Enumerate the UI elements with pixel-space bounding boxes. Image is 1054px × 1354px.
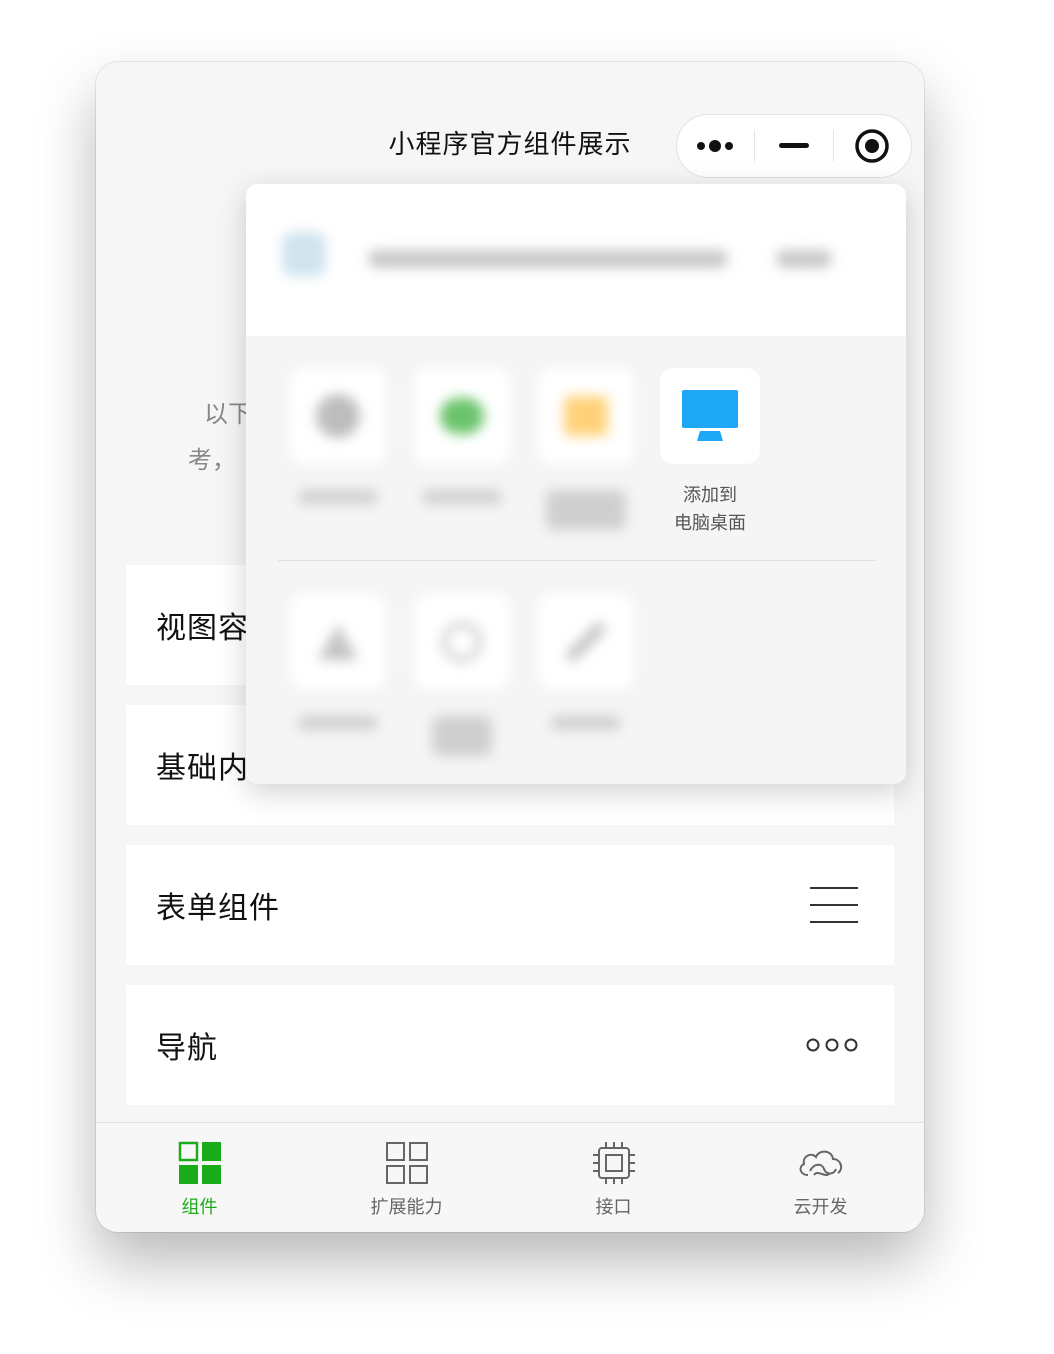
add-to-desktop-label: 添加到 电脑桌面 [674,485,746,534]
blurred-text [368,250,728,268]
blurred-text [551,716,621,730]
target-close-icon [855,129,890,163]
action-popup: 添加到 电脑桌面 [246,184,906,784]
add-to-desktop-button[interactable]: 添加到 电脑桌面 [648,368,772,538]
desktop-monitor-icon [682,390,738,441]
extension-grid-icon [385,1142,428,1184]
tab-bar: 组件 扩展能力 接口 云开发 [96,1122,924,1232]
blurred-text [422,490,502,504]
blurred-icon [290,368,386,464]
close-button[interactable] [834,115,911,177]
tab-api[interactable]: 接口 [510,1123,717,1232]
popup-row-1: 添加到 电脑桌面 [276,368,772,538]
blurred-icon [414,594,510,690]
minimize-button[interactable] [755,115,832,177]
card-form-components[interactable]: 表单组件 [126,845,894,965]
tab-components[interactable]: 组件 [96,1123,303,1232]
blurred-icon [538,368,634,464]
popup-item-blurred[interactable] [276,368,400,538]
more-button[interactable] [677,115,754,177]
popup-item-blurred[interactable] [524,368,648,538]
app-avatar-icon [282,232,326,276]
popup-divider [278,560,876,561]
blurred-text [546,490,626,530]
popup-item-blurred[interactable] [400,368,524,538]
chip-icon [592,1142,635,1184]
blurred-text [776,250,832,268]
blurred-text [432,716,492,756]
tab-cloud-dev[interactable]: 云开发 [717,1123,924,1232]
popup-item-blurred[interactable] [276,594,400,756]
popup-row-2 [276,594,648,756]
blurred-icon [538,594,634,690]
blurred-text [298,716,378,730]
blurred-text [298,490,378,504]
tab-label: 云开发 [793,1197,848,1218]
popup-header [246,184,906,336]
miniprogram-window: 小程序官方组件展示 以下 考， 视图容器 基础内容 表单组件 导航 组件 扩展能… [96,62,924,1232]
desktop-icon-tile [660,368,760,464]
popup-item-blurred[interactable] [400,594,524,756]
minus-icon [778,143,809,148]
card-navigation[interactable]: 导航 [126,985,894,1105]
blurred-icon [290,594,386,690]
tab-label: 扩展能力 [370,1197,443,1218]
capsule-menu [676,114,912,178]
more-dots-icon [696,140,733,152]
card-label: 导航 [156,1031,218,1066]
components-grid-icon [178,1141,221,1184]
card-label: 表单组件 [156,891,280,926]
tab-label: 组件 [181,1197,218,1218]
tab-extensions[interactable]: 扩展能力 [303,1123,510,1232]
blurred-icon [414,368,510,464]
menu-lines-icon [810,887,858,923]
popup-item-blurred[interactable] [524,594,648,756]
tab-label: 接口 [595,1197,632,1218]
cloud-icon [799,1150,842,1176]
three-dots-icon [806,1038,858,1052]
